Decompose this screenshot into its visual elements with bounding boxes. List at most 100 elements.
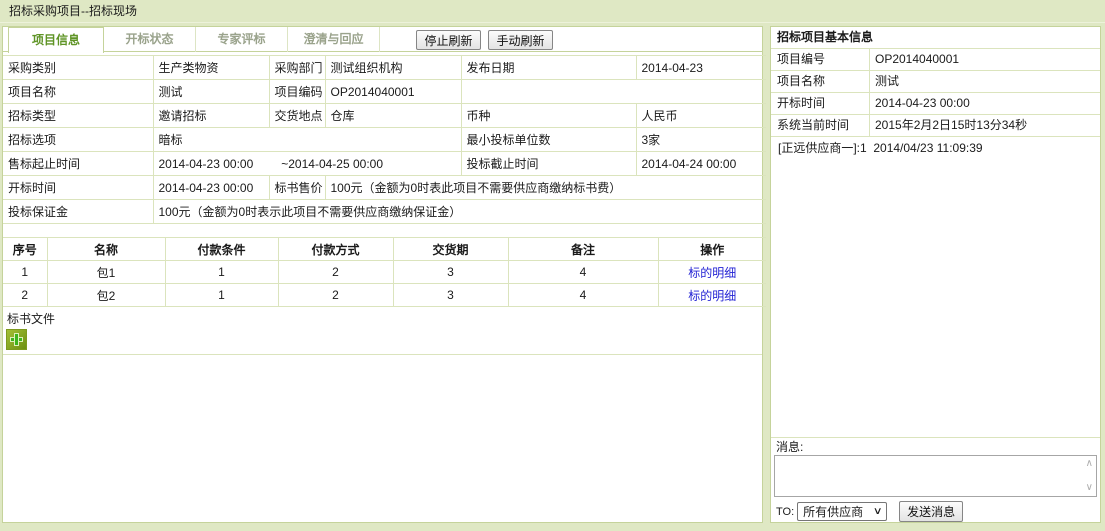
- cell-name: 包2: [47, 284, 165, 307]
- bid-docs-label: 标书文件: [3, 309, 762, 329]
- cell-delivery: 3: [393, 261, 508, 284]
- to-label: TO:: [776, 506, 794, 518]
- package-detail-link[interactable]: 标的明细: [688, 289, 736, 303]
- field-label: 采购类别: [3, 56, 153, 80]
- field-value: 2014-04-23 00:00: [153, 176, 269, 200]
- field-label: 项目编码: [269, 80, 325, 104]
- sale-end-time: ~2014-04-25 00:00: [281, 157, 383, 171]
- message-entry: [正远供应商一]:1 2014/04/23 11:09:39: [778, 140, 1093, 156]
- cell-seq: 2: [3, 284, 47, 307]
- recipient-select[interactable]: 所有供应商 ∨: [797, 502, 887, 521]
- message-textarea-wrap: ∧ ∨: [774, 455, 1097, 497]
- field-label: 项目名称: [3, 80, 153, 104]
- message-label: 消息:: [773, 439, 1098, 455]
- cell-name: 包1: [47, 261, 165, 284]
- field-value: 2014-04-23 00:00: [870, 93, 970, 114]
- basic-info-row: 项目名称 测试: [771, 71, 1100, 93]
- field-value: 生产类物资: [153, 56, 269, 80]
- field-value: 测试: [870, 71, 899, 92]
- chevron-down-icon: ∨: [873, 506, 883, 517]
- column-header: 操作: [658, 238, 766, 261]
- cell-pay-condition: 1: [165, 284, 278, 307]
- cell-pay-condition: 1: [165, 261, 278, 284]
- packages-header-row: 序号 名称 付款条件 付款方式 交货期 备注 操作: [3, 238, 766, 261]
- field-value: 测试组织机构: [325, 56, 461, 80]
- message-compose-section: 消息: ∧ ∨ TO: 所有供应商 ∨ 发送消息: [771, 438, 1100, 522]
- field-label: 币种: [461, 104, 636, 128]
- field-value-empty: [461, 80, 766, 104]
- field-label: 招标类型: [3, 104, 153, 128]
- info-row: 采购类别 生产类物资 采购部门 测试组织机构 发布日期 2014-04-23: [3, 56, 766, 80]
- basic-info-panel: 招标项目基本信息 项目编号 OP2014040001 项目名称 测试 开标时间 …: [770, 26, 1101, 523]
- basic-info-row: 系统当前时间 2015年2月2日15时13分34秒: [771, 115, 1100, 137]
- basic-info-title: 招标项目基本信息: [771, 27, 1100, 49]
- tab-label: 专家评标: [217, 32, 265, 46]
- packages-table: 序号 名称 付款条件 付款方式 交货期 备注 操作 1 包1 1 2 3 4 标…: [3, 237, 766, 307]
- tab-clarification-response[interactable]: 澄清与回应: [288, 27, 380, 52]
- page-title: 招标采购项目--招标现场: [9, 4, 137, 18]
- send-message-button[interactable]: 发送消息: [899, 501, 963, 522]
- column-header: 序号: [3, 238, 47, 261]
- field-value: 人民币: [636, 104, 766, 128]
- window-title-bar: 招标采购项目--招标现场: [0, 0, 1105, 23]
- tab-label: 澄清与回应: [303, 32, 363, 46]
- field-label: 售标起止时间: [3, 152, 153, 176]
- tab-expert-evaluation[interactable]: 专家评标: [196, 27, 288, 52]
- info-row: 招标选项 暗标 最小投标单位数 3家: [3, 128, 766, 152]
- field-label: 投标截止时间: [461, 152, 636, 176]
- cell-remark: 4: [508, 284, 658, 307]
- cell-seq: 1: [3, 261, 47, 284]
- field-label: 招标选项: [3, 128, 153, 152]
- cell-action: 标的明细: [658, 261, 766, 284]
- tab-project-info[interactable]: 项目信息: [8, 27, 104, 53]
- field-value: 100元（金额为0时表示此项目不需要供应商缴纳保证金）: [153, 200, 766, 224]
- message-history: [正远供应商一]:1 2014/04/23 11:09:39: [771, 137, 1100, 438]
- field-label: 开标时间: [3, 176, 153, 200]
- bid-docs-section: 标书文件: [3, 307, 762, 355]
- field-value: OP2014040001: [325, 80, 461, 104]
- info-row: 售标起止时间 2014-04-23 00:00 ~2014-04-25 00:00…: [3, 152, 766, 176]
- cell-pay-method: 2: [278, 261, 393, 284]
- manual-refresh-button[interactable]: 手动刷新: [488, 30, 553, 50]
- sale-start-time: 2014-04-23 00:00: [159, 157, 254, 171]
- package-detail-link[interactable]: 标的明细: [688, 266, 736, 280]
- tab-strip: 项目信息 开标状态 专家评标 澄清与回应 停止刷新 手动刷新: [3, 27, 762, 52]
- field-value: OP2014040001: [870, 49, 959, 70]
- basic-info-row: 开标时间 2014-04-23 00:00: [771, 93, 1100, 115]
- info-row: 开标时间 2014-04-23 00:00 标书售价 100元（金额为0时表此项…: [3, 176, 766, 200]
- message-input[interactable]: [774, 455, 1097, 497]
- column-header: 付款方式: [278, 238, 393, 261]
- field-value: 暗标: [153, 128, 461, 152]
- package-row: 2 包2 1 2 3 4 标的明细: [3, 284, 766, 307]
- add-file-button[interactable]: [6, 329, 27, 350]
- cell-action: 标的明细: [658, 284, 766, 307]
- package-row: 1 包1 1 2 3 4 标的明细: [3, 261, 766, 284]
- field-value: 100元（金额为0时表此项目不需要供应商缴纳标书费）: [325, 176, 766, 200]
- column-header: 付款条件: [165, 238, 278, 261]
- recipient-selected-value: 所有供应商: [803, 503, 863, 520]
- tab-label: 开标状态: [125, 32, 173, 46]
- column-header: 名称: [47, 238, 165, 261]
- project-info-table: 采购类别 生产类物资 采购部门 测试组织机构 发布日期 2014-04-23 项…: [3, 55, 766, 224]
- cell-pay-method: 2: [278, 284, 393, 307]
- field-label: 项目名称: [771, 71, 870, 92]
- cell-remark: 4: [508, 261, 658, 284]
- field-label: 系统当前时间: [771, 115, 870, 136]
- field-value: 测试: [153, 80, 269, 104]
- bid-scene-panel: 项目信息 开标状态 专家评标 澄清与回应 停止刷新 手动刷新 采购类别 生产类物…: [2, 26, 763, 523]
- field-label: 投标保证金: [3, 200, 153, 224]
- field-value: 仓库: [325, 104, 461, 128]
- info-row: 项目名称 测试 项目编码 OP2014040001: [3, 80, 766, 104]
- field-value: 2015年2月2日15时13分34秒: [870, 115, 1027, 136]
- field-value: 2014-04-24 00:00: [636, 152, 766, 176]
- field-value: 2014-04-23: [636, 56, 766, 80]
- field-label: 开标时间: [771, 93, 870, 114]
- stop-refresh-button[interactable]: 停止刷新: [416, 30, 481, 50]
- field-label: 发布日期: [461, 56, 636, 80]
- column-header: 交货期: [393, 238, 508, 261]
- field-label: 交货地点: [269, 104, 325, 128]
- tab-bid-opening-status[interactable]: 开标状态: [104, 27, 196, 52]
- field-value: 2014-04-23 00:00 ~2014-04-25 00:00: [153, 152, 461, 176]
- field-label: 标书售价: [269, 176, 325, 200]
- info-row: 投标保证金 100元（金额为0时表示此项目不需要供应商缴纳保证金）: [3, 200, 766, 224]
